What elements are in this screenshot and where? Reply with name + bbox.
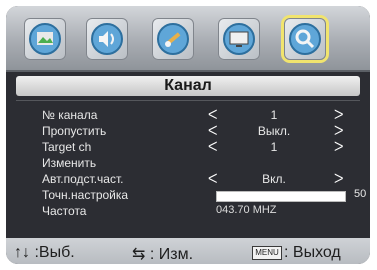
divider [16, 100, 360, 101]
right-arrow-icon[interactable]: ᐳ [334, 123, 343, 139]
icon-bar [6, 6, 370, 72]
right-arrow-icon[interactable]: ᐳ [334, 107, 343, 123]
left-arrow-icon[interactable]: ᐸ [208, 123, 217, 139]
sound-menu-tab[interactable] [86, 18, 128, 60]
right-arrow-icon[interactable]: ᐳ [334, 139, 343, 155]
fine-tune-value: 50 [354, 188, 367, 200]
sound-icon [91, 23, 123, 55]
row-label: Частота [42, 204, 87, 218]
row-frequency: Частота 043.70 MHZ [42, 204, 362, 219]
settings-menu-tab[interactable] [152, 18, 194, 60]
row-value: Выкл. [257, 124, 291, 138]
left-arrow-icon[interactable]: ᐸ [208, 139, 217, 155]
picture-icon [29, 23, 61, 55]
channel-search-icon [289, 23, 321, 55]
row-label: Авт.подст.част. [42, 172, 124, 186]
row-label: Пропустить [42, 124, 107, 138]
row-label: Target ch [42, 140, 92, 154]
hint-select: ↑↓ :Выб. [14, 244, 75, 261]
row-label: Точн.настройка [42, 188, 129, 202]
hint-bar: ↑↓ :Выб. ⇆ : Изм. MENU : Выход [6, 238, 370, 264]
menu-title: Канал [16, 76, 360, 96]
right-arrow-icon[interactable]: ᐳ [334, 171, 343, 187]
tools-icon [157, 23, 189, 55]
row-value: Вкл. [262, 172, 286, 186]
row-target-channel[interactable]: Target ch ᐸ 1 ᐳ [42, 139, 362, 155]
osd-window: Канал № канала ᐸ 1 ᐳ Пропустить ᐸ Выкл. … [6, 6, 370, 264]
row-auto-fine-tune[interactable]: Авт.подст.част. ᐸ Вкл. ᐳ [42, 171, 362, 187]
channel-menu-tab[interactable] [284, 18, 326, 60]
tv-screen-icon [223, 23, 255, 55]
row-channel-number[interactable]: № канала ᐸ 1 ᐳ [42, 107, 362, 123]
display-menu-tab[interactable] [218, 18, 260, 60]
row-label: Изменить [42, 156, 97, 170]
menu-key-badge: MENU [252, 246, 282, 260]
row-skip[interactable]: Пропустить ᐸ Выкл. ᐳ [42, 123, 362, 139]
row-value: 1 [270, 108, 278, 122]
hint-exit: : Выход [284, 244, 341, 261]
fine-tune-fill [217, 192, 345, 201]
row-label: № канала [42, 108, 98, 122]
row-value: 1 [270, 140, 278, 154]
row-fine-tune[interactable]: Точн.настройка 50 [42, 188, 366, 203]
fine-tune-slider[interactable] [216, 191, 346, 202]
hint-change: ⇆ : Изм. [132, 246, 194, 263]
left-arrow-icon[interactable]: ᐸ [208, 171, 217, 187]
frequency-value: 043.70 MHZ [216, 204, 277, 216]
row-change[interactable]: Изменить [42, 156, 362, 171]
left-arrow-icon[interactable]: ᐸ [208, 107, 217, 123]
picture-menu-tab[interactable] [24, 18, 66, 60]
